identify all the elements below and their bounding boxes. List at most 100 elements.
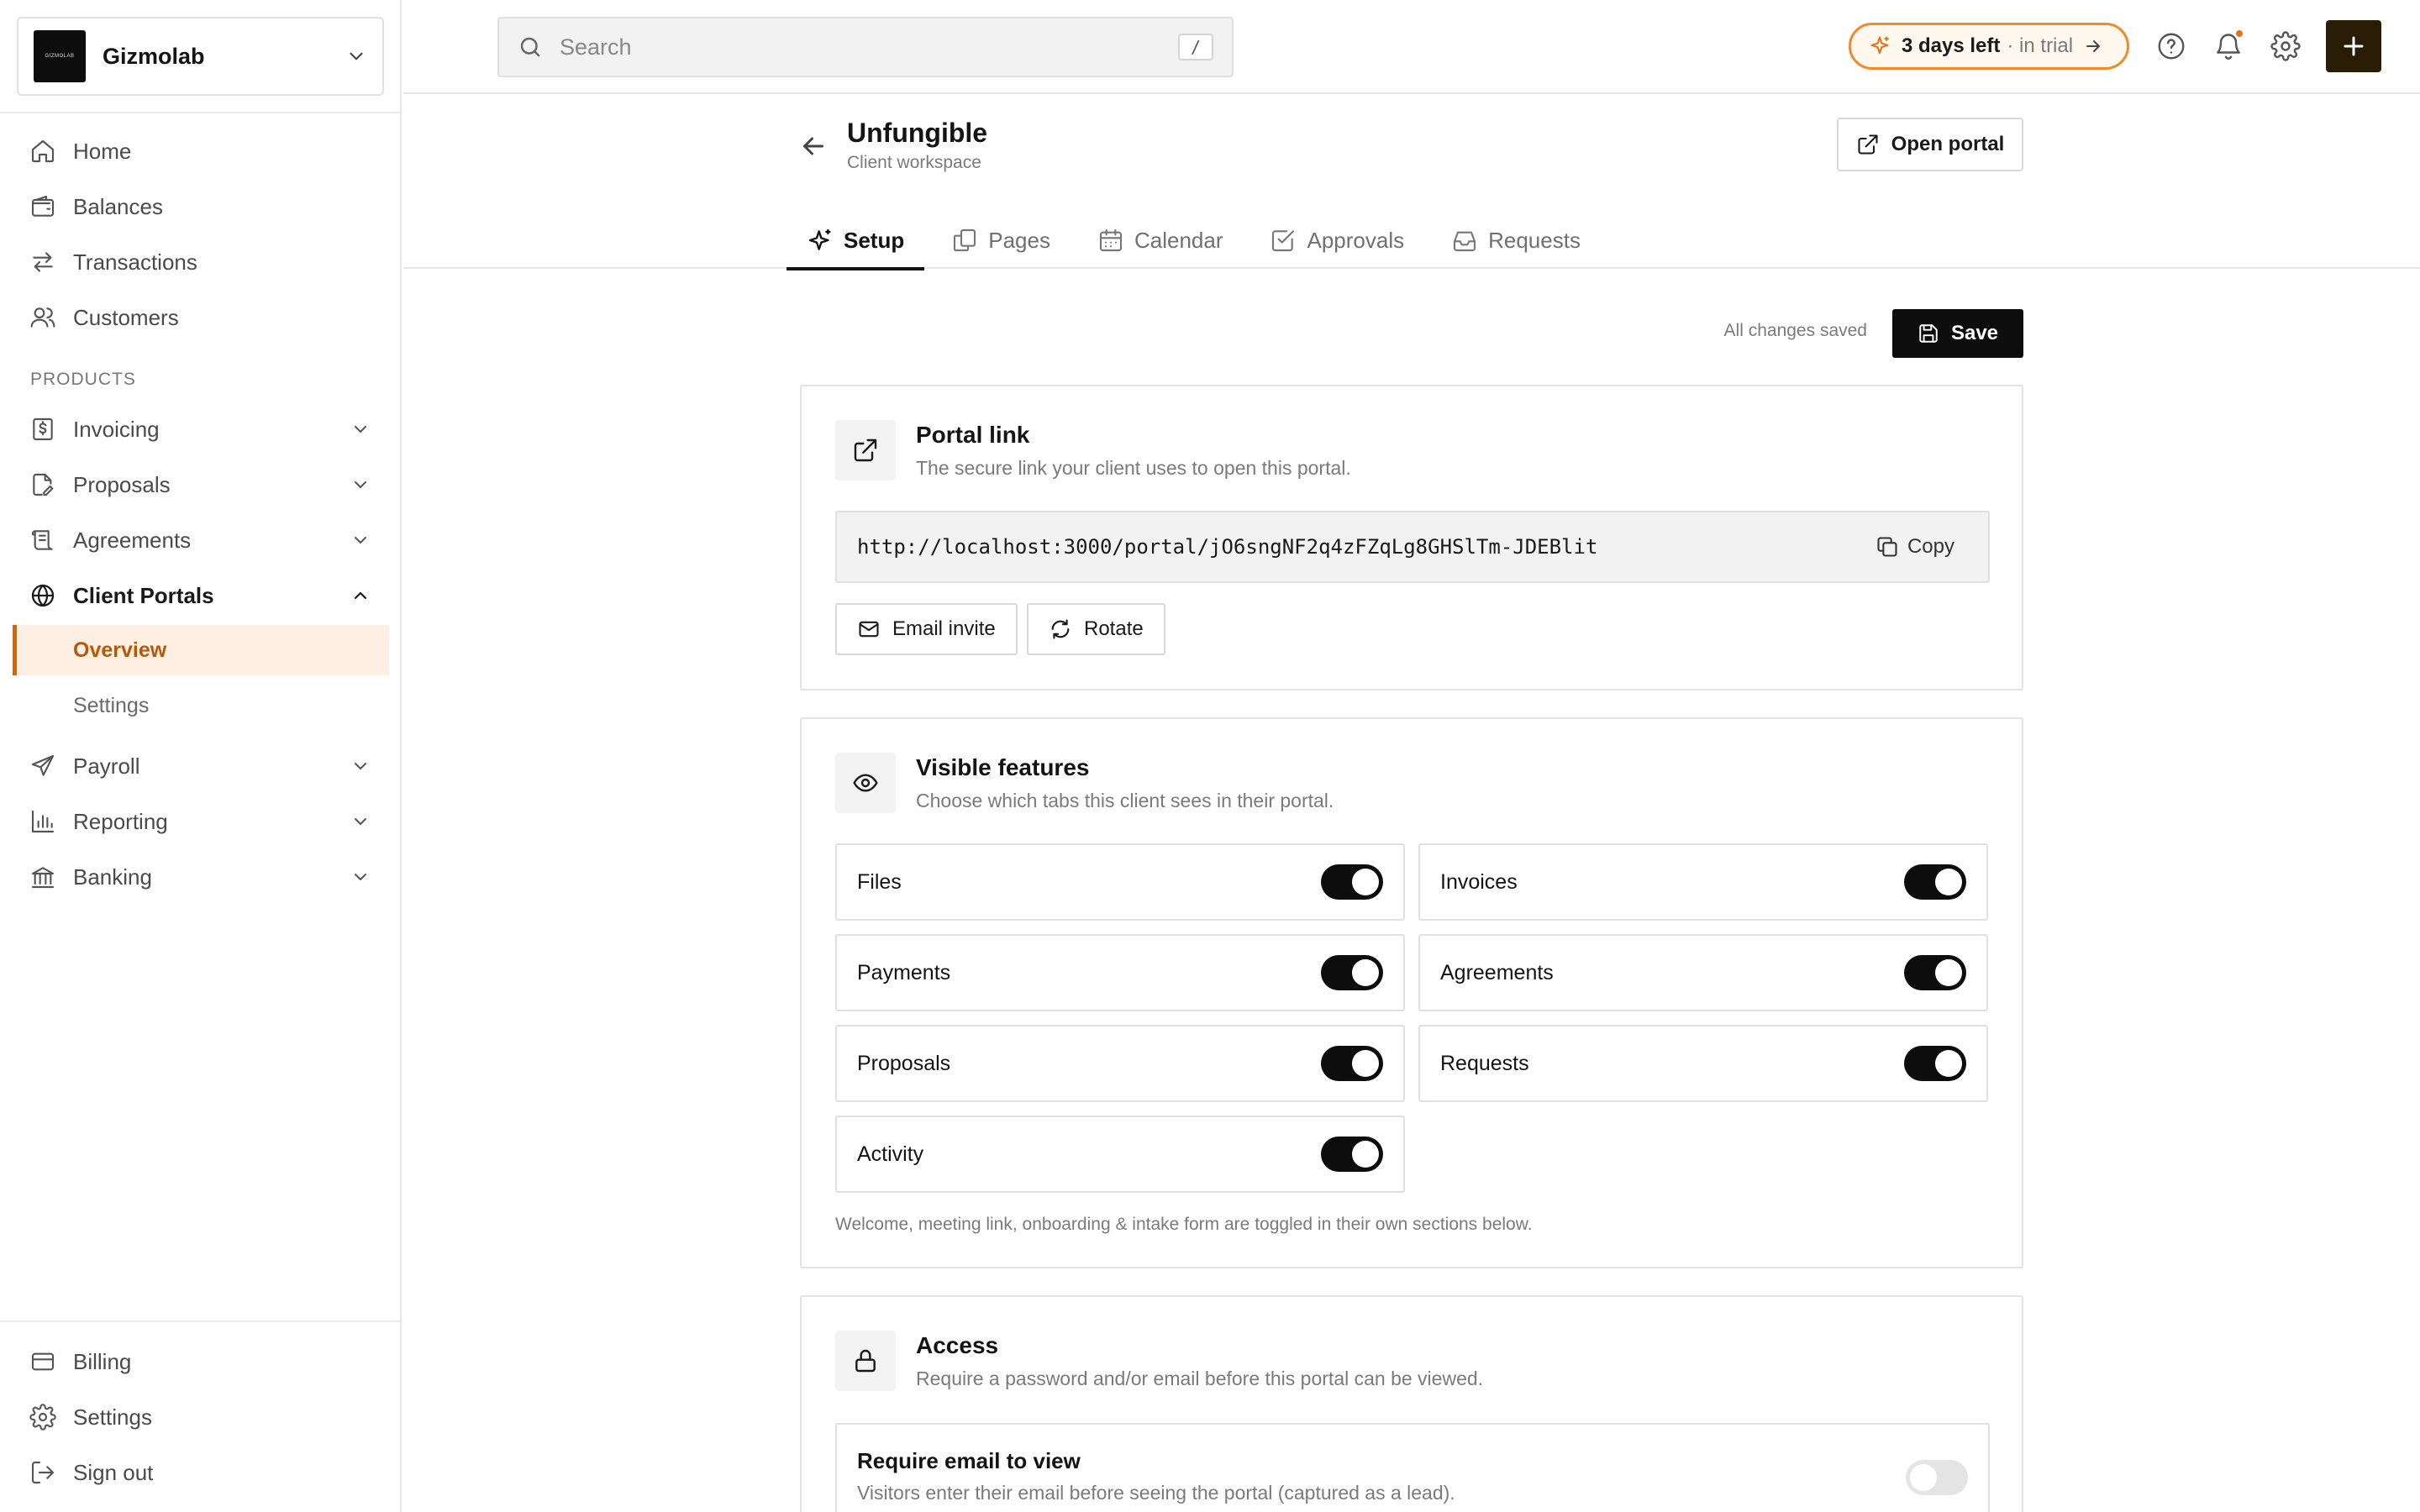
card-title: Access [916, 1332, 999, 1358]
page-subtitle: Client workspace [847, 153, 981, 172]
nav-item-label: Banking [73, 864, 152, 890]
open-portal-button[interactable]: Open portal [1837, 118, 2023, 171]
calendar-icon [1099, 228, 1123, 252]
feature-toggle[interactable] [1321, 1046, 1383, 1081]
settings-button[interactable] [2268, 29, 2303, 64]
logout-icon [31, 1461, 55, 1484]
trial-badge[interactable]: 3 days left · in trial [1849, 23, 2129, 70]
trial-suffix: · in trial [2007, 34, 2074, 57]
rotate-label: Rotate [1084, 617, 1144, 640]
sidebar: GIZMOLAB Gizmolab Home Balances Transact… [0, 0, 402, 1512]
card-icon-box [835, 1331, 896, 1391]
nav-item-proposals[interactable]: Proposals [13, 460, 389, 509]
feature-toggle[interactable] [1904, 1046, 1966, 1081]
chevron-down-icon [355, 537, 366, 543]
nav-item-banking[interactable]: Banking [13, 853, 389, 901]
chevron-down-icon [355, 426, 366, 433]
tab-pages[interactable]: Pages [931, 212, 1071, 269]
nav-item-billing[interactable]: Billing [13, 1337, 389, 1386]
org-switcher[interactable]: GIZMOLAB Gizmolab [17, 17, 384, 96]
nav-item-label: Payroll [73, 753, 140, 779]
search-bar[interactable]: / [497, 17, 1234, 77]
portal-url-field[interactable]: http://localhost:3000/portal/jO6sngNF2q4… [835, 511, 1990, 583]
nav-item-customers[interactable]: Customers [13, 293, 389, 342]
feature-label: Agreements [1440, 960, 1554, 984]
nav-item-label: Billing [73, 1348, 132, 1374]
gear-icon [2270, 31, 2301, 61]
feature-label: Activity [857, 1142, 924, 1166]
chevron-up-icon [354, 591, 367, 600]
org-name: Gizmolab [103, 43, 205, 69]
nav-item-label: Proposals [73, 471, 171, 497]
dollar-doc-icon [33, 417, 53, 441]
save-button[interactable]: Save [1892, 309, 2023, 358]
rotate-button[interactable]: Rotate [1027, 603, 1165, 655]
search-input[interactable] [560, 34, 1178, 60]
tab-approvals[interactable]: Approvals [1249, 212, 1424, 269]
floppy-disk-icon [1919, 324, 1938, 343]
chevron-down-icon [355, 481, 366, 488]
nav-item-agreements[interactable]: Agreements [13, 516, 389, 564]
feature-toggle[interactable] [1321, 864, 1383, 900]
feature-toggle[interactable] [1321, 1137, 1383, 1172]
tab-requests[interactable]: Requests [1431, 212, 1601, 269]
lock-icon [855, 1349, 876, 1373]
help-icon [2158, 33, 2185, 60]
wallet-icon [31, 195, 55, 217]
sub-item-settings[interactable]: Settings [13, 680, 389, 731]
card-title: Visible features [916, 754, 1090, 780]
card-title: Portal link [916, 422, 1030, 448]
bar-chart-icon [31, 810, 55, 833]
nav-item-invoicing[interactable]: Invoicing [13, 405, 389, 454]
nav-item-payroll[interactable]: Payroll [13, 742, 389, 790]
back-arrow-icon[interactable] [798, 131, 829, 161]
tab-setup[interactable]: Setup [786, 212, 925, 270]
chevron-down-icon [355, 763, 366, 769]
help-button[interactable] [2154, 29, 2189, 64]
notification-dot [2234, 29, 2244, 39]
arrows-swap-icon [33, 252, 53, 272]
feature-toggle[interactable] [1904, 955, 1966, 990]
nav-item-reporting[interactable]: Reporting [13, 797, 389, 846]
feature-toggle[interactable] [1321, 955, 1383, 990]
sidebar-footer-divider [0, 1320, 402, 1322]
email-invite-button[interactable]: Email invite [835, 603, 1018, 655]
page-tabs: Setup Pages Calendar Approvals Requests [786, 212, 1607, 270]
nav-item-settings[interactable]: Settings [13, 1393, 389, 1441]
home-icon [31, 139, 55, 163]
page-title: Unfungible [847, 118, 988, 148]
trial-days: 3 days left [1902, 34, 2001, 57]
sub-item-label: Settings [73, 693, 150, 717]
nav-item-label: Client Portals [73, 582, 214, 608]
inbox-icon [1454, 231, 1476, 252]
copy-button[interactable]: Copy [1876, 535, 1968, 559]
nav-item-client-portals[interactable]: Client Portals [13, 571, 389, 620]
nav-item-sign-out[interactable]: Sign out [13, 1448, 389, 1497]
feature-row-files: Files [835, 843, 1405, 921]
chevron-down-icon [355, 874, 366, 880]
card-subtitle: The secure link your client uses to open… [916, 457, 1351, 479]
doc-pen-icon [33, 473, 54, 496]
notifications-button[interactable] [2211, 29, 2246, 64]
create-new-button[interactable] [2326, 20, 2381, 72]
tab-label: Calendar [1134, 227, 1223, 253]
users-icon [30, 307, 55, 328]
require-email-description: Visitors enter their email before seeing… [857, 1482, 1455, 1504]
require-email-toggle[interactable] [1906, 1460, 1968, 1495]
nav-item-balances[interactable]: Balances [13, 182, 389, 231]
nav-item-home[interactable]: Home [13, 127, 389, 176]
sidebar-divider [0, 112, 402, 113]
sub-item-overview[interactable]: Overview [13, 625, 389, 675]
section-label-products: PRODUCTS [30, 370, 136, 389]
feature-label: Files [857, 869, 902, 894]
globe-icon [31, 584, 55, 607]
access-card: Access Require a password and/or email b… [800, 1295, 2023, 1512]
nav-item-transactions[interactable]: Transactions [13, 238, 389, 286]
feature-row-activity: Activity [835, 1116, 1405, 1193]
feature-label: Invoices [1440, 869, 1518, 894]
external-link-icon [1858, 134, 1878, 155]
scroll-icon [31, 530, 53, 550]
tab-calendar[interactable]: Calendar [1077, 212, 1244, 269]
sparkle-icon [1870, 36, 1889, 55]
feature-toggle[interactable] [1904, 864, 1966, 900]
